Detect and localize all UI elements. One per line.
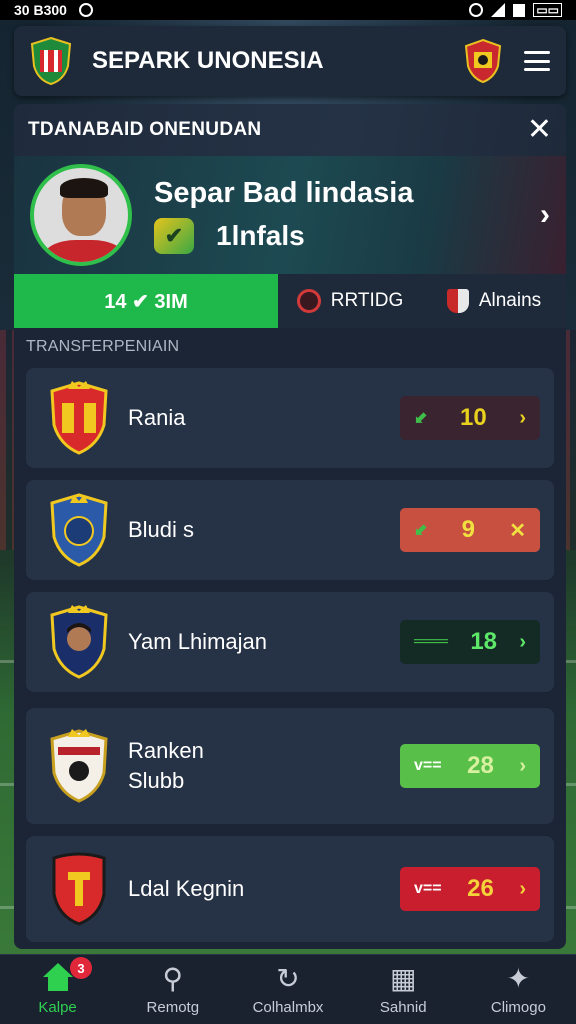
nav-label: Kalpe — [38, 999, 77, 1016]
player-profile-card[interactable]: Separ Bad lindasia ✔ 1lnfals › — [14, 156, 566, 274]
row-name: Ranken Slubb — [128, 738, 204, 793]
player-crest-icon — [50, 605, 108, 679]
panel-title: TDANABAID ONENUDAN — [28, 119, 262, 140]
rating-pill[interactable]: ⬋ 10 › — [400, 396, 540, 440]
menu-icon[interactable] — [524, 51, 550, 71]
trend-icon: ⬋ — [414, 410, 428, 427]
shield-icon — [446, 289, 469, 313]
chevron-right-icon: › — [519, 754, 526, 777]
close-icon: ✕ — [509, 519, 526, 542]
chevron-right-icon: › — [519, 877, 526, 900]
chevron-right-icon[interactable]: › — [540, 198, 550, 232]
rating-value: 26 — [467, 875, 494, 902]
trend-icon: v== — [414, 880, 442, 897]
search-icon: ⚲ — [162, 963, 184, 994]
rating-pill[interactable]: v== 28 › — [400, 744, 540, 788]
club-logo-icon — [30, 36, 72, 86]
nav-label: Sahnid — [379, 999, 427, 1016]
row-name: Yam Lhimajan — [128, 629, 267, 654]
transfer-panel: TDANABAID ONENUDAN ✕ Separ Bad lindasia … — [14, 104, 566, 949]
rating-value: 9 — [461, 516, 475, 543]
nav-home[interactable]: 3 Kalpe — [0, 955, 115, 1024]
wifi-icon — [513, 3, 526, 17]
primary-stat-button[interactable]: 14 ✔ 3IM — [14, 274, 278, 328]
club-crest-icon — [50, 493, 108, 567]
row-name: Rania — [128, 405, 186, 430]
partner-crest-icon — [464, 38, 502, 84]
player-subtitle: 1lnfals — [216, 219, 305, 251]
refresh-icon: ↻ — [276, 963, 300, 994]
nav-collection[interactable]: ↻ Colhalmbx — [230, 955, 345, 1024]
player-name: Separ Bad lindasia — [154, 176, 414, 209]
list-item[interactable]: Ldal Kegnin v== 26 › — [26, 836, 554, 942]
notification-icon — [78, 3, 93, 17]
app-title: SEPARK UNONESIA — [92, 47, 324, 74]
rating-pill[interactable]: ⬋ 9 ✕ — [400, 508, 540, 552]
status-time: 30 B300 — [14, 2, 67, 18]
nav-club[interactable]: ✦ Climogo — [461, 955, 576, 1024]
section-label: TRANSFERPENIAIN — [26, 338, 180, 355]
panel-header: TDANABAID ONENUDAN ✕ — [14, 104, 566, 156]
rating-value: 18 — [470, 628, 498, 655]
club-crest-icon — [50, 381, 108, 455]
nav-label: Remotg — [146, 999, 200, 1016]
alarm-icon — [469, 3, 484, 17]
nav-search[interactable]: ⚲ Remotg — [115, 955, 230, 1024]
rating-value: 10 — [460, 404, 487, 431]
bars-icon: ═══ — [414, 633, 449, 650]
nav-label: Colhalmbx — [252, 999, 324, 1016]
nav-squad[interactable]: ▦ Sahnid — [346, 955, 461, 1024]
list-item[interactable]: Bludi s ⬋ 9 ✕ — [26, 480, 554, 580]
app-header: SEPARK UNONESIA — [14, 26, 566, 96]
row-name: Bludi s — [128, 517, 195, 542]
club-icon: ✦ — [506, 963, 531, 994]
close-icon[interactable]: ✕ — [527, 115, 552, 145]
status-bar: 30 B300 ▭▭ — [0, 0, 576, 20]
alnairs-tab[interactable]: Alnains — [422, 274, 566, 328]
list-item[interactable]: Rania ⬋ 10 › — [26, 368, 554, 468]
chevron-right-icon: › — [519, 406, 526, 429]
bottom-nav: 3 Kalpe ⚲ Remotg ↻ Colhalmbx ▦ Sahnid ✦ … — [0, 954, 576, 1024]
notification-badge: 3 — [70, 957, 92, 979]
stat-tabs: 14 ✔ 3IM RRTIDG Alnains — [14, 274, 566, 328]
row-name: Ldal Kegnin — [128, 876, 245, 901]
club-crest-icon — [52, 852, 106, 926]
form-badge-icon: ✔ — [154, 217, 194, 254]
club-crest-icon — [50, 729, 108, 803]
list-item[interactable]: Yam Lhimajan ═══ 18 › — [26, 592, 554, 692]
rating-tab[interactable]: RRTIDG — [278, 274, 422, 328]
signal-icon — [491, 3, 506, 17]
rating-pill[interactable]: v== 26 › — [400, 867, 540, 911]
rating-icon — [296, 289, 321, 313]
trend-icon: ⬋ — [414, 522, 428, 539]
nav-label: Climogo — [490, 999, 546, 1016]
home-icon — [42, 963, 73, 991]
primary-stat-label: 14 ✔ 3IM — [104, 290, 188, 313]
alnairs-label: Alnains — [478, 290, 542, 311]
trend-icon: v== — [414, 757, 442, 774]
list-item[interactable]: Ranken Slubb v== 28 › — [26, 708, 554, 824]
battery-icon: ▭▭ — [533, 3, 562, 17]
squad-icon: ▦ — [389, 963, 417, 994]
rating-pill[interactable]: ═══ 18 › — [400, 620, 540, 664]
chevron-right-icon: › — [519, 630, 526, 653]
avatar — [30, 164, 132, 266]
rating-label: RRTIDG — [330, 290, 404, 311]
rating-value: 28 — [467, 752, 494, 779]
